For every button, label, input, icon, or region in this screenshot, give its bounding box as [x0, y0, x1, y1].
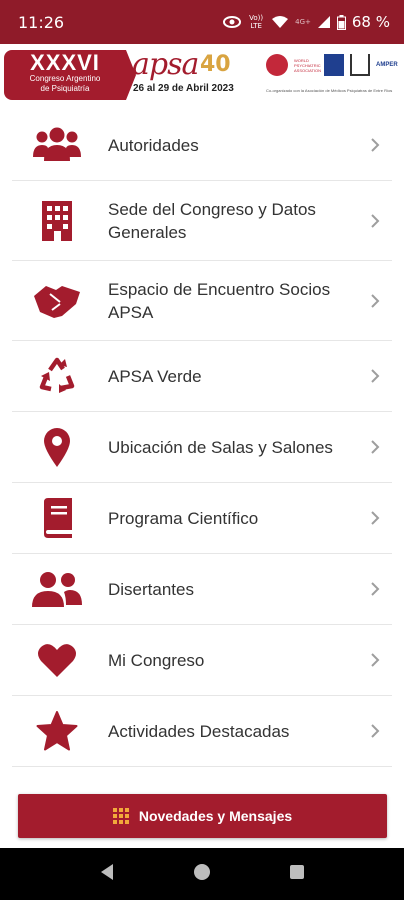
menu-item-label: Disertantes — [108, 579, 194, 599]
back-icon[interactable] — [99, 863, 115, 886]
novedades-button-label: Novedades y Mensajes — [138, 808, 293, 824]
menu-item-apsa-verde[interactable]: APSA Verde — [12, 341, 392, 412]
menu-item-sede[interactable]: Sede del Congreso y Datos Generales — [12, 181, 392, 261]
handshake-icon — [32, 279, 82, 323]
menu-item-mi-congreso[interactable]: Mi Congreso — [12, 625, 392, 696]
home-icon[interactable] — [193, 863, 211, 886]
menu-item-label: Sede del Congreso y Datos Generales — [108, 199, 316, 242]
book-icon — [32, 496, 82, 540]
congress-number: XXXVI — [30, 50, 100, 75]
network-type: 4G+ — [295, 18, 311, 26]
wpa-logo-icon — [266, 54, 288, 76]
menu-item-label: Ubicación de Salas y Salones — [108, 437, 333, 457]
menu-item-label: Autoridades — [108, 135, 199, 155]
congress-line1: Congreso Argentino — [29, 74, 101, 83]
status-bar: 11:26 Vo)) LTE 4G+ 68 % — [0, 0, 404, 44]
chevron-right-icon — [371, 138, 380, 152]
amper-logo: AMPER — [376, 61, 398, 68]
congress-line2: de Psiquiatría — [40, 84, 90, 93]
novedades-mensajes-button[interactable]: Novedades y Mensajes — [18, 794, 387, 838]
apsa-logo: apsa — [132, 47, 199, 82]
system-navigation-bar — [0, 848, 404, 900]
menu-item-label: Programa Científico — [108, 508, 259, 528]
chevron-right-icon — [371, 582, 380, 596]
eye-icon — [223, 16, 242, 28]
congress-dates: 26 al 29 de Abril 2023 — [133, 83, 234, 94]
signal-icon — [317, 15, 331, 29]
clock: 11:26 — [18, 12, 65, 32]
partner-logo-blue-icon — [324, 54, 344, 76]
wpa-logo-text: WORLD PSYCHIATRIC ASSOCIATION — [294, 57, 322, 73]
menu-item-label: Actividades Destacadas — [108, 721, 290, 741]
anniversary-logo: 40 — [200, 52, 231, 77]
menu-item-ubicacion-salas[interactable]: Ubicación de Salas y Salones — [12, 412, 392, 483]
chevron-right-icon — [371, 369, 380, 383]
battery-icon — [336, 14, 346, 30]
partner-logos: WORLD PSYCHIATRIC ASSOCIATION AMPER — [266, 54, 402, 76]
wifi-icon — [271, 15, 289, 29]
chevron-right-icon — [371, 293, 380, 308]
menu-item-disertantes[interactable]: Disertantes — [12, 554, 392, 625]
congress-title-badge: XXXVI Congreso Argentino de Psiquiatría — [4, 50, 136, 100]
menu-item-label: Mi Congreso — [108, 650, 205, 670]
map-marker-icon — [32, 425, 82, 469]
menu-item-label: Espacio de Encuentro Socios APSA — [108, 279, 331, 322]
congress-banner: XXXVI Congreso Argentino de Psiquiatría … — [0, 44, 404, 106]
main-menu: Autoridades Sede del Congreso y Datos Ge… — [0, 110, 404, 767]
banner-footer-note: Co-organizado con la Asociación de Médic… — [266, 88, 393, 93]
chevron-right-icon — [371, 653, 380, 667]
menu-item-espacio-encuentro[interactable]: Espacio de Encuentro Socios APSA — [12, 261, 392, 341]
status-icons: Vo)) LTE 4G+ 68 % — [223, 13, 390, 31]
star-icon — [32, 709, 82, 753]
menu-item-autoridades[interactable]: Autoridades — [12, 110, 392, 181]
menu-item-label: APSA Verde — [108, 366, 202, 386]
recents-icon[interactable] — [289, 864, 305, 885]
heart-icon — [32, 638, 82, 682]
menu-item-actividades-destacadas[interactable]: Actividades Destacadas — [12, 696, 392, 767]
building-icon — [32, 199, 82, 243]
volte-indicator: Vo)) LTE — [249, 14, 264, 30]
chevron-right-icon — [371, 724, 380, 738]
menu-item-programa-cientifico[interactable]: Programa Científico — [12, 483, 392, 554]
recycle-icon — [32, 354, 82, 398]
users-icon — [32, 123, 82, 167]
battery-percentage: 68 % — [351, 13, 390, 31]
chevron-right-icon — [371, 440, 380, 454]
chevron-right-icon — [371, 511, 380, 525]
grid-icon — [112, 808, 129, 824]
partner-logo-cup-icon — [350, 54, 370, 76]
chevron-right-icon — [371, 213, 380, 228]
user-friends-icon — [32, 567, 82, 611]
